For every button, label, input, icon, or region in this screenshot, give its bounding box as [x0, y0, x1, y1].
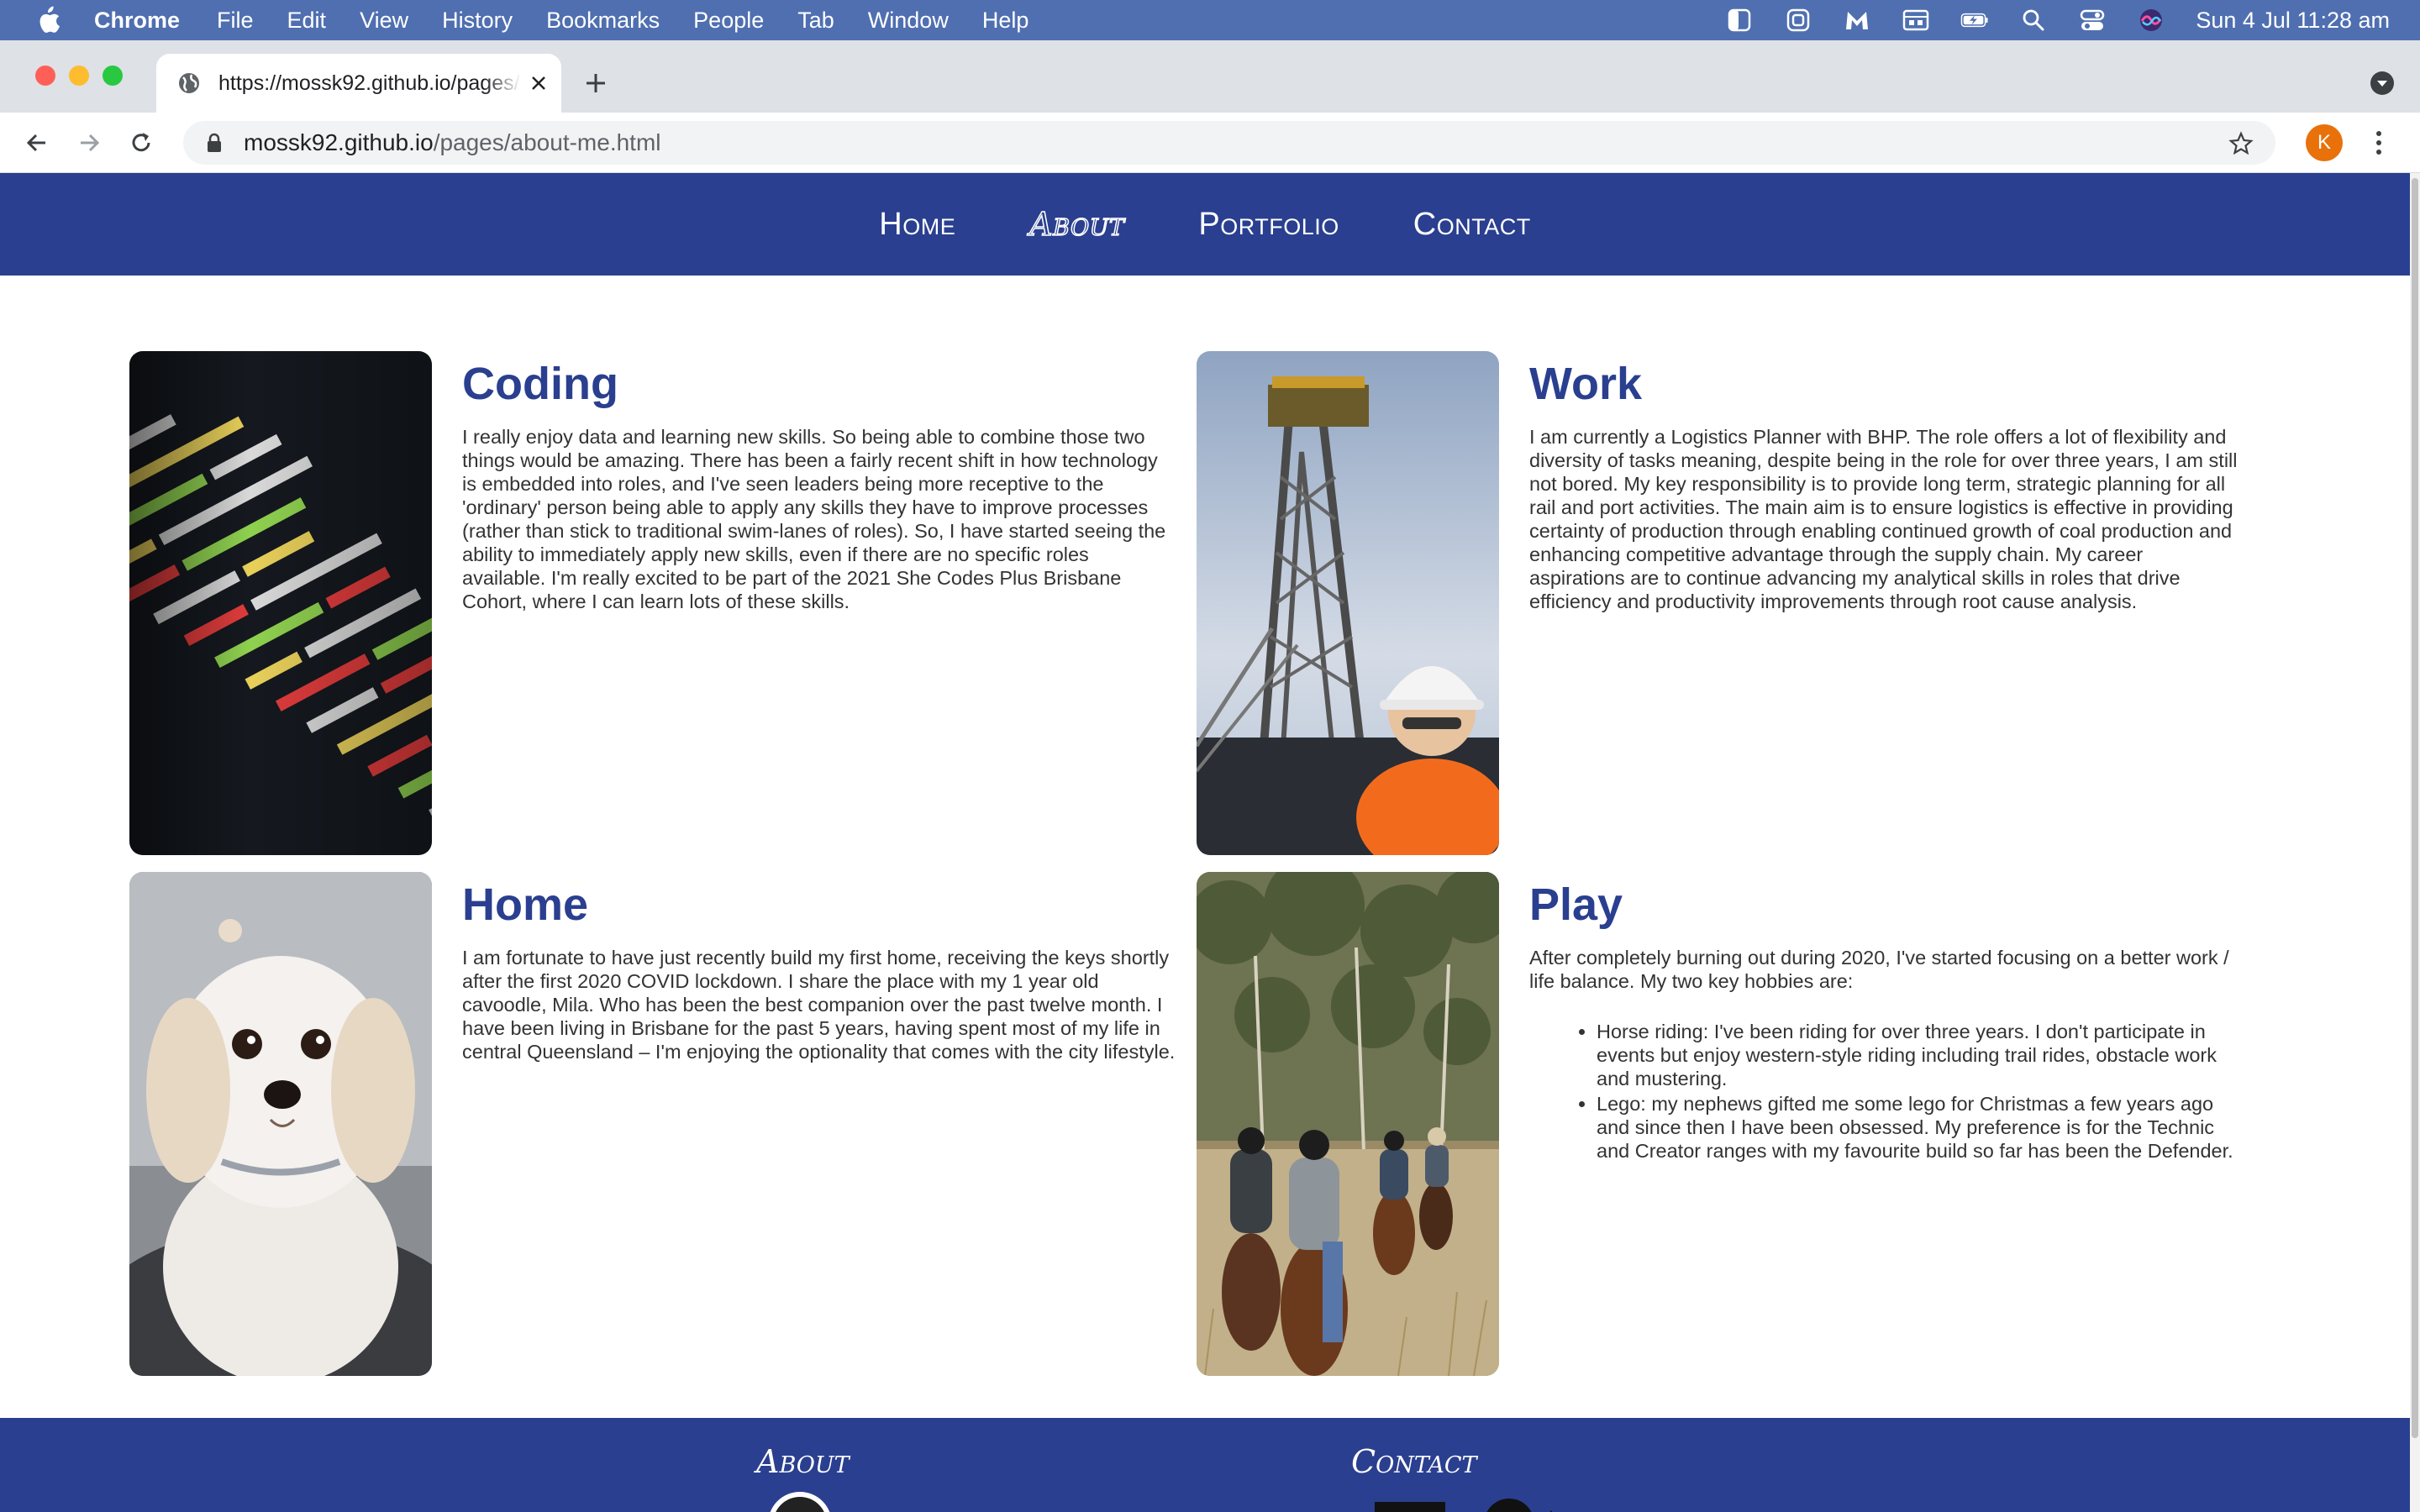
card-work-text: Work I am currently a Logistics Planner …: [1529, 358, 2244, 613]
battery-charging-icon[interactable]: [1960, 6, 1989, 34]
reload-icon: [132, 132, 150, 151]
card-work-title: Work: [1529, 359, 1643, 409]
nav-link-about[interactable]: About: [1028, 205, 1124, 244]
menubar-clock[interactable]: Sun 4 Jul 11:28 am: [2196, 8, 2390, 34]
card-coding-text: Coding I really enjoy data and learning …: [462, 358, 1176, 613]
malwarebytes-icon[interactable]: [1843, 6, 1871, 34]
profile-avatar[interactable]: K: [2306, 124, 2343, 161]
card-play-text: Play After completely burning out during…: [1529, 879, 2244, 1164]
apple-icon[interactable]: [34, 6, 62, 34]
menu-help[interactable]: Help: [982, 8, 1029, 34]
scrollbar-thumb[interactable]: [2412, 178, 2418, 1438]
url-host: mossk92.github.io: [244, 129, 434, 155]
card-home-text: Home I am fortunate to have just recentl…: [462, 879, 1176, 1063]
nav-link-home[interactable]: Home: [879, 207, 955, 243]
browser-tab-strip: https://mossk92.github.io/pages/about-me…: [0, 40, 2420, 113]
window-controls: [35, 66, 136, 86]
siri-icon[interactable]: [2137, 6, 2165, 34]
site-navigation: Home About Portfolio Contact: [0, 173, 2410, 276]
menu-app-chrome[interactable]: Chrome: [94, 8, 180, 34]
contact-icons[interactable]: [1375, 1490, 1560, 1512]
menu-file[interactable]: File: [217, 8, 254, 34]
tab-search-icon[interactable]: [2370, 71, 2395, 96]
sidebar-toggle-icon[interactable]: [1725, 6, 1754, 34]
footer-contact-heading: Contact: [1351, 1443, 1477, 1480]
url-path: /pages/about-me.html: [433, 129, 661, 155]
play-photo: [1197, 872, 1499, 1376]
menu-edit[interactable]: Edit: [287, 8, 327, 34]
profile-photo-icon: [770, 1492, 830, 1512]
card-home-body: I am fortunate to have just recently bui…: [462, 947, 1176, 1063]
card-coding-body: I really enjoy data and learning new ski…: [462, 426, 1166, 612]
card-work-body: I am currently a Logistics Planner with …: [1529, 426, 2238, 612]
menu-tab[interactable]: Tab: [797, 8, 834, 34]
menu-people[interactable]: People: [693, 8, 764, 34]
control-center-icon[interactable]: [2078, 6, 2107, 34]
minimize-window-button[interactable]: [69, 66, 89, 86]
page-scrollbar[interactable]: [2410, 173, 2420, 1512]
site-footer: About Contact: [0, 1418, 2410, 1512]
forward-button[interactable]: [74, 128, 104, 158]
address-bar[interactable]: mossk92.github.io/pages/about-me.html: [183, 121, 2275, 165]
screen-record-icon[interactable]: [1784, 6, 1812, 34]
more-options-icon[interactable]: [2366, 128, 2391, 158]
arrow-left-icon: [26, 134, 45, 151]
hobbies-list: Horse riding: I've been riding for over …: [1529, 1020, 2244, 1163]
macos-menubar: Chrome File Edit View History Bookmarks …: [0, 0, 2420, 40]
menu-bookmarks[interactable]: Bookmarks: [546, 8, 660, 34]
globe-icon: [179, 73, 199, 93]
card-home-title: Home: [462, 879, 589, 930]
reload-button[interactable]: [126, 128, 156, 158]
url-text[interactable]: mossk92.github.io/pages/about-me.html: [244, 129, 661, 156]
home-photo: [129, 872, 432, 1376]
list-item: Horse riding: I've been riding for over …: [1597, 1020, 2244, 1090]
arrow-right-icon: [81, 134, 100, 151]
menubar-status-area: Sun 4 Jul 11:28 am: [1695, 6, 2390, 34]
spotlight-search-icon[interactable]: [2019, 6, 2048, 34]
coding-photo: [129, 351, 432, 855]
nav-link-portfolio[interactable]: Portfolio: [1198, 207, 1339, 243]
back-button[interactable]: [22, 128, 52, 158]
lock-icon[interactable]: [203, 132, 225, 154]
list-item: Lego: my nephews gifted me some lego for…: [1597, 1092, 2244, 1163]
zoom-window-button[interactable]: [103, 66, 123, 86]
close-tab-icon[interactable]: [528, 72, 550, 94]
menu-window[interactable]: Window: [868, 8, 949, 34]
new-tab-icon[interactable]: [581, 69, 610, 97]
close-window-button[interactable]: [35, 66, 55, 86]
card-play-body: After completely burning out during 2020…: [1529, 947, 2229, 992]
tab-title: https://mossk92.github.io/pages/about-me…: [218, 71, 521, 95]
nav-link-contact[interactable]: Contact: [1413, 207, 1531, 243]
bookmark-star-icon[interactable]: [2228, 131, 2254, 156]
browser-tab-active[interactable]: https://mossk92.github.io/pages/about-me…: [156, 54, 561, 113]
footer-about-heading: About: [756, 1443, 850, 1480]
web-page: Home About Portfolio Contact Coding I re…: [0, 173, 2410, 1512]
card-play-title: Play: [1529, 879, 1623, 930]
work-photo: [1197, 351, 1499, 855]
card-coding-title: Coding: [462, 359, 618, 409]
menu-view[interactable]: View: [360, 8, 408, 34]
browser-toolbar: mossk92.github.io/pages/about-me.html K: [0, 113, 2420, 173]
menu-history[interactable]: History: [442, 8, 513, 34]
calendar-widget-icon[interactable]: [1902, 6, 1930, 34]
